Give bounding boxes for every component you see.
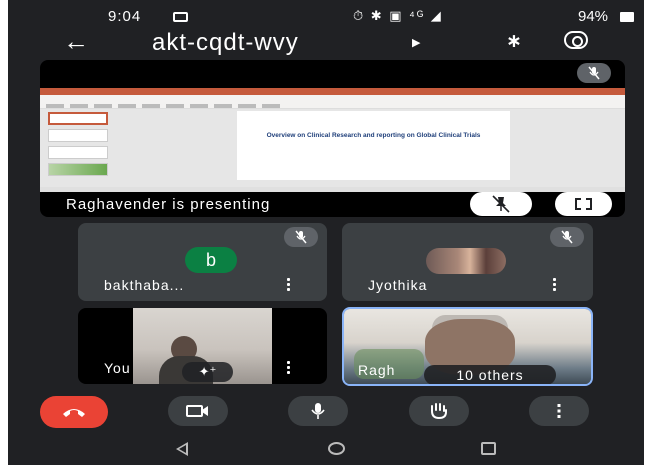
mic-off-icon [588,66,600,80]
more-vertical-icon[interactable] [287,361,291,375]
participant-name: Ragh [358,362,396,378]
ppt-titlebar [40,88,625,95]
raise-hand-button[interactable] [409,396,469,426]
participant-tile[interactable]: b bakthaba... [78,223,327,301]
slide-thumbnail [48,129,108,142]
others-count[interactable]: 10 others [424,365,556,384]
meet-app-screen: 9:04 ⏱ ✱ ▣ ⁴ᴳ ◢ 94% ← akt-cqdt-wvy ▶ ∗ O… [8,0,644,465]
more-vertical-icon[interactable] [287,278,291,292]
mic-off-icon [295,230,307,244]
raise-hand-icon [431,403,447,420]
self-view-tile[interactable]: You ✦⁺ [78,308,327,384]
nav-back-icon[interactable] [176,442,188,456]
participant-name: Jyothika [368,277,428,293]
arrow-left-icon[interactable]: ← [63,28,89,54]
participant-tile[interactable]: Jyothika [342,223,593,301]
sparkle-icon: ✦⁺ [198,364,217,379]
battery-icon [620,12,634,22]
ppt-workspace: Overview on Clinical Research and report… [40,109,625,187]
current-slide: Overview on Clinical Research and report… [237,111,510,180]
ppt-statusbar [40,187,625,192]
mic-icon [311,403,325,419]
participant-name: bakthaba... [104,277,185,293]
more-options-button[interactable] [529,396,589,426]
end-call-button[interactable] [40,396,108,428]
end-call-icon [63,409,85,417]
presenting-label: Raghavender is presenting [66,196,271,213]
unpin-button[interactable] [470,192,532,216]
avatar: b [185,247,237,273]
bluetooth-icon[interactable]: ∗ [506,30,522,53]
camera-icon [186,405,208,417]
avatar [426,248,506,274]
switch-camera-icon[interactable] [564,31,588,49]
cast-icon [173,12,188,22]
slide-thumbnail [48,163,108,176]
caret-right-icon[interactable]: ▶ [412,36,420,49]
nav-recents-icon[interactable] [481,442,496,455]
battery-percent: 94% [578,8,609,25]
participant-name: You [104,360,131,376]
slide-thumbnail [48,112,108,125]
slide-thumbnail [48,146,108,159]
status-time: 9:04 [108,8,142,25]
mic-off-badge [550,227,584,247]
effects-button[interactable]: ✦⁺ [182,362,233,382]
status-icons: ⏱ ✱ ▣ ⁴ᴳ ◢ [353,8,443,23]
meeting-header: ← akt-cqdt-wvy ▶ ∗ [8,28,644,58]
more-vertical-icon[interactable] [553,278,557,292]
meeting-code[interactable]: akt-cqdt-wvy [152,29,299,57]
more-vertical-icon [557,404,561,418]
mic-off-badge [577,63,611,83]
ppt-ribbon [40,95,625,109]
mic-off-badge [284,227,318,247]
call-controls [8,396,644,428]
system-nav-bar [8,436,644,465]
mic-off-icon [561,230,573,244]
fullscreen-button[interactable] [555,192,612,216]
slide-title: Overview on Clinical Research and report… [266,132,481,139]
nav-home-icon[interactable] [328,442,345,455]
slide-thumbnails [48,112,120,186]
mic-button[interactable] [288,396,348,426]
camera-button[interactable] [168,396,228,426]
participant-tile-active[interactable]: Ragh 10 others [342,307,593,386]
presentation-tile[interactable]: Overview on Clinical Research and report… [40,60,625,217]
pin-off-icon [492,195,510,213]
